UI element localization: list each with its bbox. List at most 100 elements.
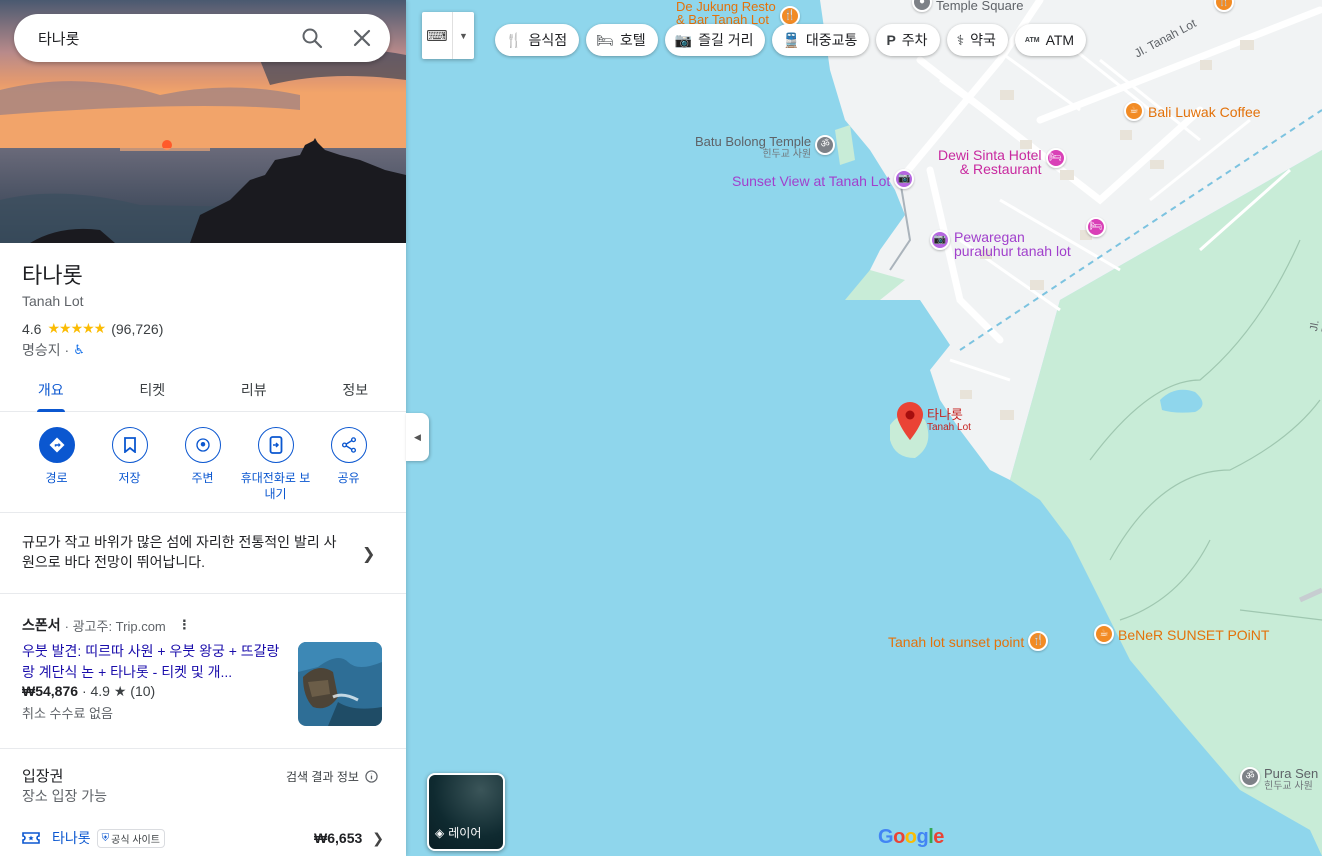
tickets-subtitle: 장소 입장 가능 [22, 788, 108, 804]
sponsor-price: ₩54,876 [22, 683, 79, 699]
rating-row[interactable]: 4.6 ★★★★★ (96,726) [22, 320, 163, 337]
divider [0, 748, 406, 749]
chip-atm[interactable]: ATM ATM [1014, 24, 1087, 56]
place-title: 타나롯 [22, 263, 83, 288]
advertiser: · 광고주: Trip.com [64, 618, 166, 634]
poi-batu-bolong[interactable]: Batu Bolong Temple 힌두교 사원 ॐ [695, 134, 836, 160]
tab-about[interactable]: 정보 [305, 368, 407, 411]
selected-place-label: 타나롯 [927, 407, 963, 422]
place-category[interactable]: 명승지 · [22, 340, 69, 360]
search-results-info[interactable]: 검색 결과 정보 [286, 768, 378, 785]
nearby-label: 주변 [191, 471, 214, 485]
directions-label: 경로 [45, 471, 68, 485]
sponsor-thumbnail[interactable] [298, 642, 382, 726]
search-input[interactable] [38, 29, 288, 47]
sponsor-header: 스폰서 · 광고주: Trip.com ⋮ [22, 615, 191, 635]
search-box[interactable] [14, 14, 390, 62]
poi-temple-square[interactable]: ● Temple Square [912, 0, 1023, 13]
official-site-label: 공식 사이트 [111, 834, 160, 846]
send-to-phone-label: 휴대전화로 보내기 [240, 471, 311, 501]
search-results-info-label: 검색 결과 정보 [286, 770, 359, 784]
more-vert-icon[interactable]: ⋮ [178, 617, 191, 633]
action-buttons: 경로 저장 주변 휴대전화로 보내기 공유 [20, 427, 385, 502]
layers-button[interactable]: ◈ 레이어 [427, 773, 505, 851]
category-chips: 🍴 음식점 🛏 호텔 📷 즐길 거리 🚆 대중교통 P 주차 ⚕ 약국 ATM ATM [495, 24, 1087, 56]
category-row: 명승지 · ♿ [22, 340, 85, 360]
poi-pura-sen[interactable]: ॐ Pura Sen 힌두교 사원 [1240, 767, 1318, 792]
poi-pewaregan[interactable]: 📷 Pewaregan puraluhur tanah lot [930, 230, 1071, 258]
restaurant-icon: 🍴 [1028, 631, 1049, 651]
poi-de-jukung[interactable]: De Jukung Resto & Bar Tanah Lot 🍴 [676, 0, 800, 26]
directions-icon [38, 427, 75, 463]
poi-batu-bolong-label: Batu Bolong Temple [695, 134, 812, 149]
directions-button[interactable]: 경로 [20, 427, 93, 502]
share-label: 공유 [337, 471, 360, 485]
camera-icon: 📷 [894, 169, 915, 189]
ticket-price: ₩6,653 [314, 830, 363, 846]
chip-parking[interactable]: P 주차 [876, 24, 940, 56]
chip-things-to-do[interactable]: 📷 즐길 거리 [664, 24, 766, 56]
poi-hotel-2[interactable]: 🛏 [1086, 217, 1106, 237]
tickets-heading: 입장권 [22, 768, 64, 785]
review-count[interactable]: (96,726) [111, 321, 163, 337]
ticket-provider[interactable]: 타나롯 [52, 828, 91, 848]
chip-transit[interactable]: 🚆 대중교통 [772, 24, 870, 56]
sponsor-ad-link[interactable]: 우붓 발견: 띠르따 사원 + 우붓 왕궁 + 뜨갈랑랑 계단식 논 + 타나롯… [22, 641, 284, 683]
atm-icon: ATM [1024, 36, 1040, 44]
chip-label: ATM [1045, 32, 1075, 48]
tab-overview[interactable]: 개요 [0, 368, 102, 412]
chip-pharmacy[interactable]: ⚕ 약국 [946, 24, 1008, 56]
restaurant-icon: 🍴 [779, 6, 800, 26]
poi-bali-luwak-label: Bali Luwak Coffee [1148, 104, 1261, 120]
coffee-icon: ☕ [1094, 624, 1114, 644]
camera-icon: 📷 [674, 31, 693, 48]
chevron-left-icon: ◀ [414, 431, 421, 442]
chevron-right-icon[interactable]: ❯ [372, 830, 384, 847]
save-label: 저장 [118, 471, 141, 485]
tab-reviews[interactable]: 리뷰 [203, 368, 305, 411]
place-description[interactable]: 규모가 작고 바위가 많은 섬에 자리한 전통적인 발리 사원으로 바다 전망이… [22, 532, 344, 572]
selected-place-marker[interactable]: 타나롯 Tanah Lot [897, 402, 971, 440]
save-button[interactable]: 저장 [93, 427, 166, 502]
place-tabs: 개요 티켓 리뷰 정보 [0, 368, 406, 412]
ticket-option-row[interactable]: 타나롯 ⛨ 공식 사이트 ₩6,653 ❯ [22, 828, 384, 848]
rating-value: 4.6 [22, 320, 42, 337]
hotel-icon: 🛏 [596, 31, 614, 48]
hotel-icon: 🛏 [1086, 217, 1106, 237]
poi-sunset-view-label: Sunset View at Tanah Lot [732, 173, 891, 189]
map-pin-icon [897, 402, 923, 440]
poi-bali-luwak[interactable]: ☕ Bali Luwak Coffee [1124, 101, 1261, 121]
coffee-icon: ☕ [1124, 101, 1144, 121]
poi-dewi-sinta[interactable]: Dewi Sinta Hotel & Restaurant 🛏 [938, 148, 1066, 176]
chip-hotels[interactable]: 🛏 호텔 [586, 24, 658, 56]
send-to-phone-button[interactable]: 휴대전화로 보내기 [239, 427, 312, 502]
nearby-button[interactable]: 주변 [166, 427, 239, 502]
rating-stars: ★★★★★ [47, 320, 106, 336]
keyboard-icon: ⌨ [426, 27, 448, 45]
close-icon[interactable] [350, 26, 374, 50]
wheelchair-icon[interactable]: ♿ [73, 342, 85, 358]
search-icon[interactable] [300, 26, 324, 50]
poi-sunset-point[interactable]: Tanah lot sunset point 🍴 [888, 631, 1049, 651]
selected-place-sub: Tanah Lot [927, 422, 971, 433]
collapse-panel-button[interactable]: ◀ [406, 413, 429, 461]
nearby-icon [184, 427, 221, 463]
chevron-down-icon[interactable]: ▼ [452, 12, 474, 59]
share-button[interactable]: 공유 [312, 427, 385, 502]
chip-label: 주차 [901, 32, 928, 48]
place-panel: 타나롯 Tanah Lot 4.6 ★★★★★ (96,726) 명승지 · ♿… [0, 0, 406, 856]
train-icon: 🚆 [782, 31, 800, 48]
tab-tickets[interactable]: 티켓 [102, 368, 204, 411]
chevron-right-icon[interactable]: ❯ [362, 544, 375, 564]
verified-icon: ⛨ [101, 832, 110, 844]
poi-top-right[interactable]: 🍴 [1214, 0, 1234, 12]
input-tools-button[interactable]: ⌨ ▼ [422, 12, 474, 59]
poi-bener[interactable]: ☕ BeNeR SUNSET POiNT [1094, 624, 1269, 644]
sponsor-label: 스폰서 [22, 617, 61, 633]
poi-sunset-view[interactable]: Sunset View at Tanah Lot 📷 [732, 169, 915, 189]
chip-label: 호텔 [619, 32, 646, 48]
poi-pura-sen-sub: 힌두교 사원 [1264, 781, 1313, 792]
place-hero-photo[interactable] [0, 0, 406, 243]
chip-restaurants[interactable]: 🍴 음식점 [495, 24, 580, 56]
chip-label: 즐길 거리 [698, 32, 754, 48]
